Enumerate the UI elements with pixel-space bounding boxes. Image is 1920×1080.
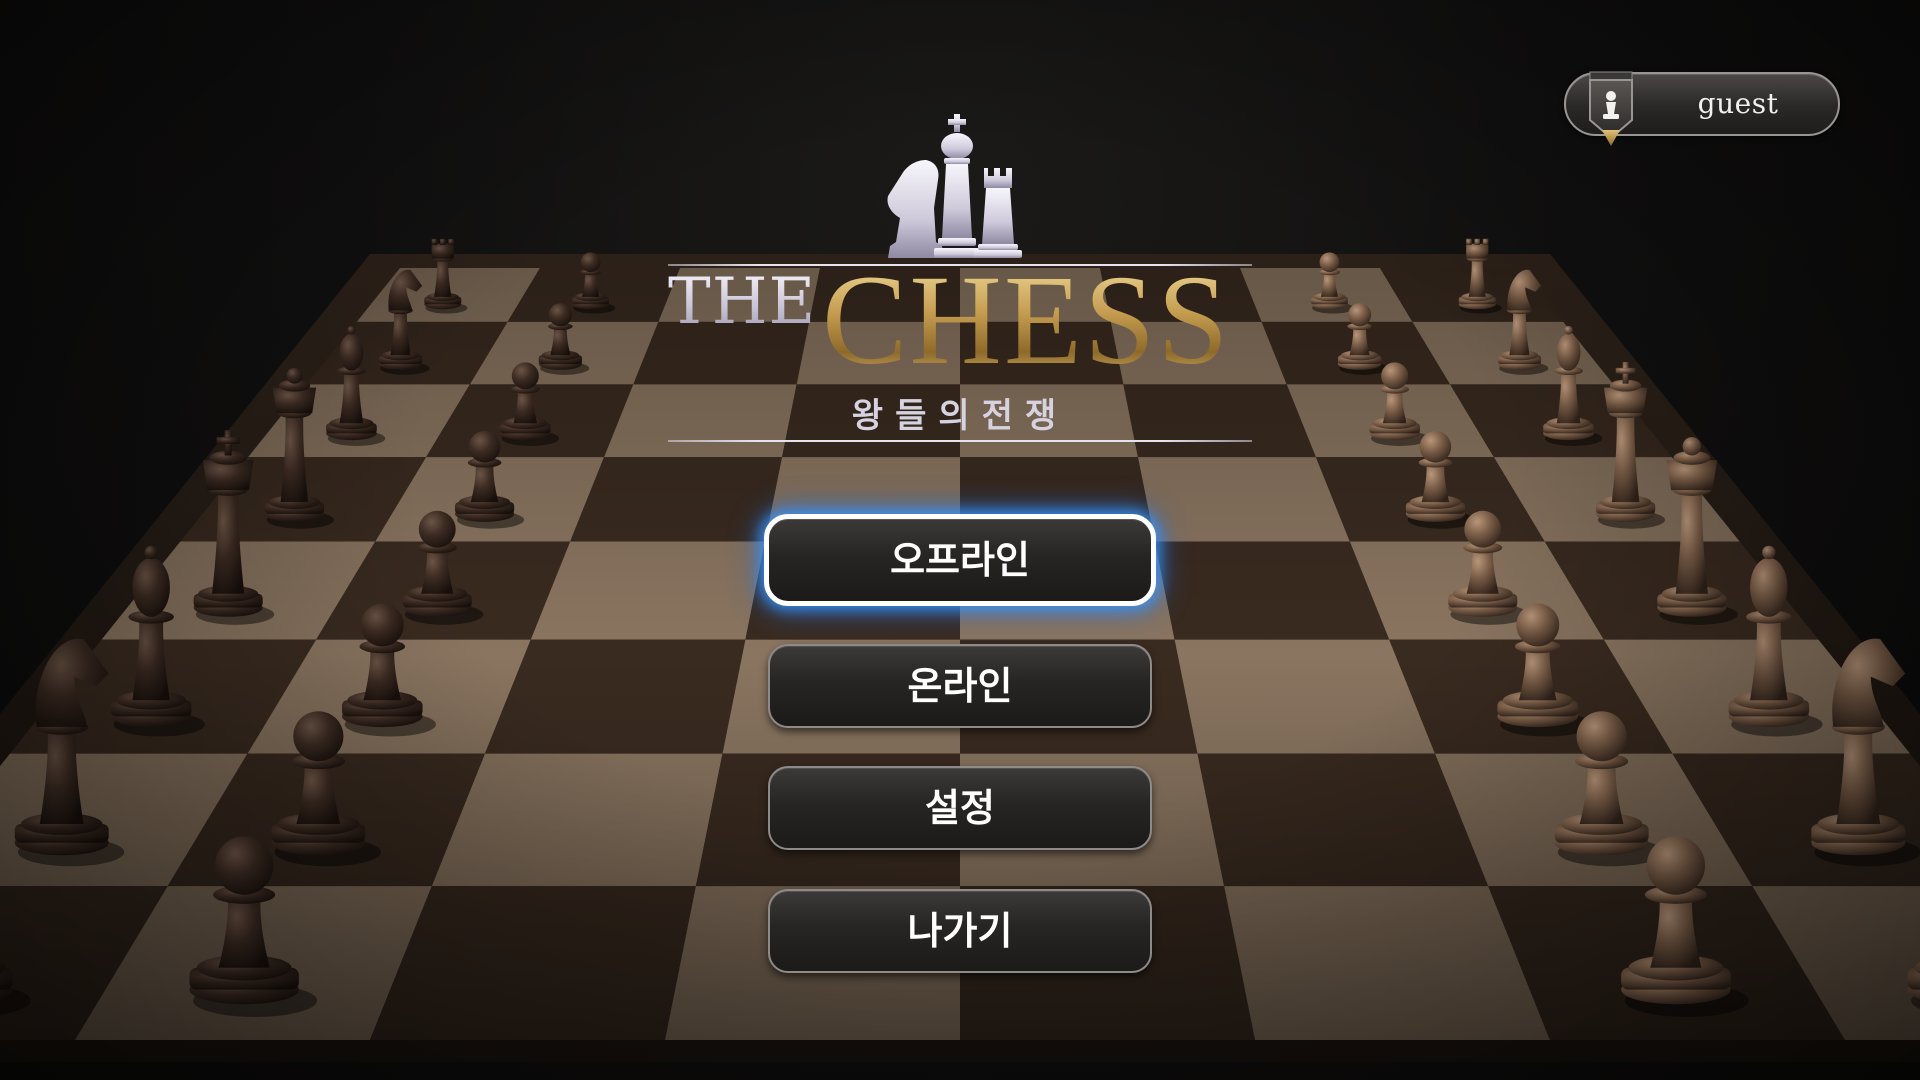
game-logo: THE CHESS 왕들의전쟁 bbox=[660, 108, 1260, 448]
logo-subtitle: 왕들의전쟁 bbox=[851, 396, 1069, 436]
logo-chess-pieces-icon bbox=[887, 114, 1022, 258]
offline-button[interactable]: 오프라인 bbox=[764, 514, 1156, 606]
online-button[interactable]: 온라인 bbox=[768, 644, 1152, 728]
pawn-shield-icon bbox=[1589, 71, 1633, 146]
logo-title-prefix: THE bbox=[668, 265, 817, 339]
settings-button[interactable]: 설정 bbox=[768, 766, 1152, 850]
exit-button[interactable]: 나가기 bbox=[768, 889, 1152, 973]
logo-divider-bottom bbox=[668, 440, 1252, 442]
main-menu-screen: guest THE CHESS 왕들의전쟁 오프라인 온라인 설정 나가기 bbox=[0, 0, 1920, 1080]
logo-title-main: CHESS bbox=[822, 249, 1231, 391]
username-label: guest bbox=[1697, 87, 1779, 120]
user-profile-badge[interactable]: guest bbox=[1564, 71, 1840, 146]
